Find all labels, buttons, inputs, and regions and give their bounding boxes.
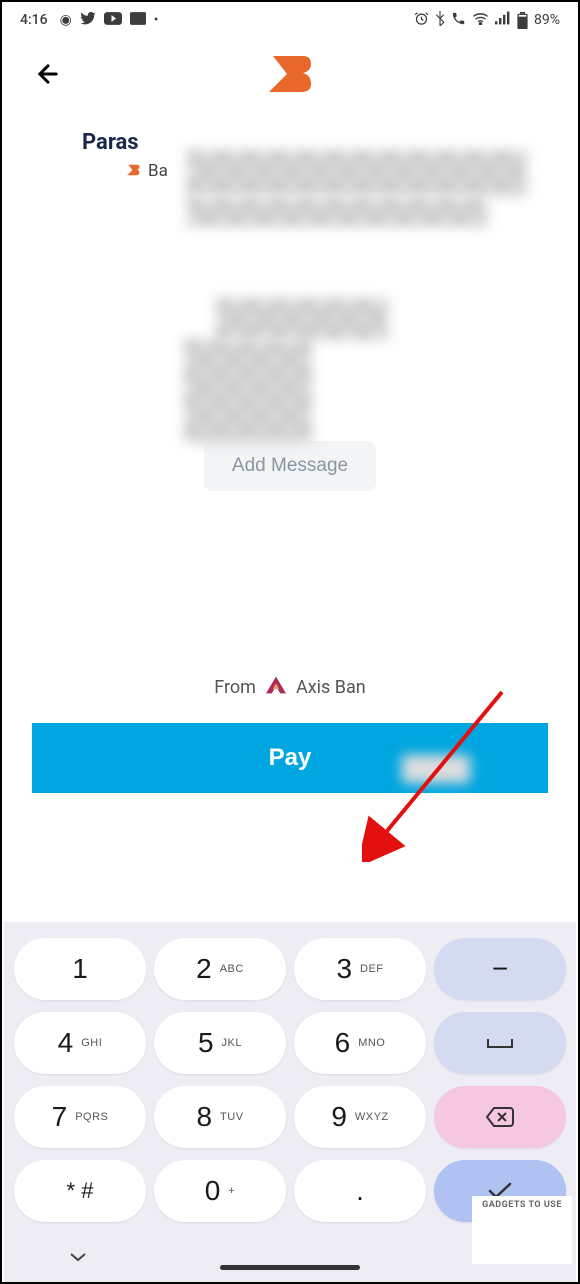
key-6[interactable]: 6MNO	[294, 1012, 426, 1074]
gesture-bar[interactable]	[220, 1265, 360, 1270]
blur-overlay	[184, 339, 312, 443]
key-star-hash[interactable]: * #	[14, 1160, 146, 1222]
recipient-name: Paras	[82, 130, 139, 155]
key-5[interactable]: 5JKL	[154, 1012, 286, 1074]
pay-button[interactable]: Pay	[32, 723, 548, 793]
key-1[interactable]: 1	[14, 938, 146, 1000]
key-8[interactable]: 8TUV	[154, 1086, 286, 1148]
from-bank: Axis Ban	[296, 677, 366, 698]
bank-mini-icon	[126, 162, 140, 181]
status-time: 4:16	[20, 12, 48, 28]
key-4[interactable]: 4GHI	[14, 1012, 146, 1074]
key-minus[interactable]: −	[434, 938, 566, 1000]
swiggy-icon: ◉	[60, 12, 72, 28]
key-backspace[interactable]	[434, 1086, 566, 1148]
paytm-icon	[130, 12, 146, 29]
signal-icon	[495, 11, 511, 29]
key-9[interactable]: 9WXYZ	[294, 1086, 426, 1148]
twitter-icon	[80, 12, 96, 29]
axis-logo-icon	[266, 676, 286, 699]
bank-logo	[265, 54, 315, 94]
app-header	[2, 38, 578, 110]
collapse-keyboard-icon[interactable]	[68, 1244, 88, 1268]
battery-pct: 89%	[534, 12, 560, 28]
watermark: GADGETS TO USE	[472, 1196, 572, 1264]
youtube-icon	[104, 12, 122, 29]
call-icon	[451, 11, 466, 30]
from-label: From	[214, 677, 256, 698]
bluetooth-icon	[435, 11, 445, 30]
key-3[interactable]: 3DEF	[294, 938, 426, 1000]
recipient-bank: Ba	[148, 161, 168, 181]
battery-icon	[517, 12, 528, 29]
more-icon: •	[154, 12, 159, 28]
key-dot[interactable]: .	[294, 1160, 426, 1222]
blur-overlay	[402, 755, 470, 783]
from-row[interactable]: From Axis Ban	[2, 676, 578, 699]
key-0[interactable]: 0+	[154, 1160, 286, 1222]
blur-overlay	[187, 150, 527, 196]
key-7[interactable]: 7PQRS	[14, 1086, 146, 1148]
key-2[interactable]: 2ABC	[154, 938, 286, 1000]
blur-overlay	[216, 298, 388, 340]
wifi-icon	[472, 12, 489, 29]
key-space[interactable]	[434, 1012, 566, 1074]
back-button[interactable]	[32, 58, 64, 90]
status-bar: 4:16 ◉ • 89%	[2, 2, 578, 38]
add-message-button[interactable]: Add Message	[204, 441, 376, 491]
alarm-icon	[414, 11, 429, 30]
blur-overlay	[187, 197, 487, 227]
